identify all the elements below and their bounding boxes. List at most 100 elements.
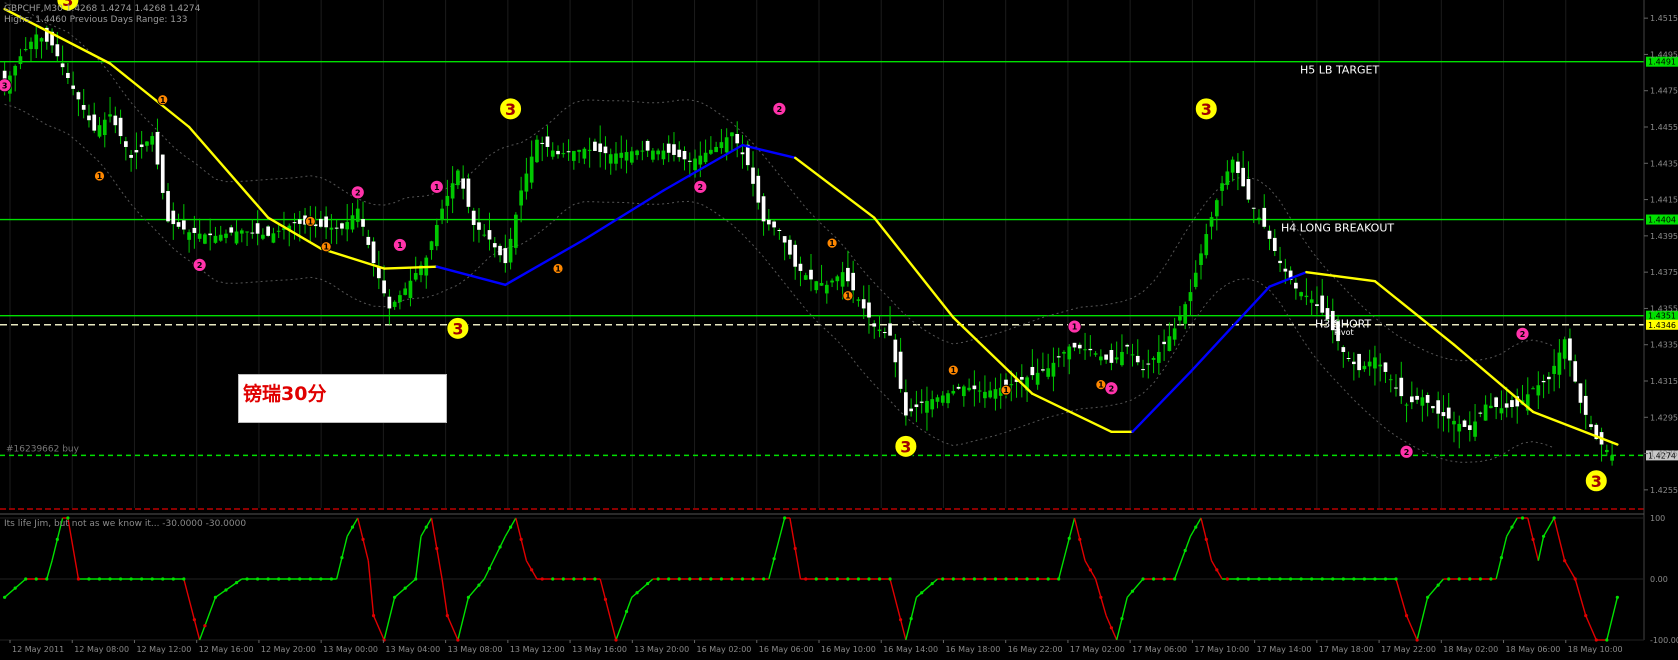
candle-body[interactable]: [714, 146, 718, 153]
candle-body[interactable]: [340, 223, 344, 229]
candle-body[interactable]: [18, 56, 23, 64]
candle-body[interactable]: [508, 238, 513, 263]
candle-body[interactable]: [888, 323, 892, 336]
candle-body[interactable]: [66, 72, 70, 79]
candle-body[interactable]: [239, 230, 244, 234]
candle-body[interactable]: [1077, 344, 1082, 349]
candle-body[interactable]: [102, 119, 107, 136]
candle-body[interactable]: [1604, 449, 1609, 453]
candle-body[interactable]: [187, 232, 191, 240]
candle-body[interactable]: [1146, 363, 1151, 365]
candle-body[interactable]: [1478, 412, 1483, 414]
candle-body[interactable]: [434, 224, 439, 247]
candle-body[interactable]: [1420, 397, 1425, 406]
candle-body[interactable]: [672, 144, 676, 155]
candle-body[interactable]: [1230, 159, 1235, 173]
candle-body[interactable]: [1125, 344, 1130, 347]
candle-body[interactable]: [1262, 207, 1267, 227]
candle-body[interactable]: [1035, 372, 1040, 385]
candle-body[interactable]: [1483, 404, 1488, 421]
candle-body[interactable]: [556, 150, 560, 155]
candle-body[interactable]: [55, 44, 60, 57]
candle-body[interactable]: [856, 299, 861, 301]
candle-body[interactable]: [940, 395, 945, 403]
candle-body[interactable]: [329, 227, 334, 230]
candle-body[interactable]: [782, 236, 787, 243]
candle-body[interactable]: [197, 233, 202, 239]
candle-body[interactable]: [550, 150, 555, 157]
candle-body[interactable]: [1336, 321, 1340, 342]
candle-body[interactable]: [1552, 365, 1556, 374]
candle-body[interactable]: [477, 222, 481, 230]
candle-body[interactable]: [1209, 217, 1214, 227]
candle-body[interactable]: [1536, 385, 1541, 396]
candle-body[interactable]: [139, 144, 144, 147]
candle-body[interactable]: [108, 114, 112, 117]
candle-body[interactable]: [1610, 455, 1614, 461]
candle-body[interactable]: [124, 141, 128, 147]
candle-body[interactable]: [1162, 341, 1166, 345]
candle-body[interactable]: [587, 149, 592, 151]
candle-body[interactable]: [1462, 420, 1467, 427]
candle-body[interactable]: [1431, 406, 1435, 409]
candle-body[interactable]: [603, 146, 608, 154]
candle-body[interactable]: [76, 92, 81, 100]
candle-body[interactable]: [482, 234, 487, 236]
candle-body[interactable]: [34, 34, 39, 50]
candle-body[interactable]: [1104, 354, 1108, 360]
candle-body[interactable]: [129, 154, 133, 158]
candle-body[interactable]: [440, 208, 444, 220]
candle-body[interactable]: [619, 152, 624, 158]
candle-body[interactable]: [71, 85, 75, 89]
candle-body[interactable]: [1093, 353, 1098, 355]
candle-body[interactable]: [561, 153, 566, 155]
candle-body[interactable]: [1214, 200, 1219, 217]
candle-body[interactable]: [677, 149, 682, 158]
candle-body[interactable]: [988, 390, 993, 398]
candle-body[interactable]: [709, 149, 713, 154]
candle-body[interactable]: [445, 195, 450, 206]
candle-body[interactable]: [1099, 356, 1103, 361]
candle-body[interactable]: [1568, 338, 1572, 361]
candle-body[interactable]: [1330, 310, 1335, 331]
candle-body[interactable]: [593, 141, 597, 151]
candle-body[interactable]: [977, 390, 982, 392]
candle-body[interactable]: [1541, 380, 1546, 383]
candle-body[interactable]: [698, 155, 703, 165]
candle-body[interactable]: [1562, 339, 1567, 359]
candle-body[interactable]: [1056, 356, 1061, 358]
candle-body[interactable]: [656, 150, 661, 155]
candle-body[interactable]: [355, 208, 360, 222]
candle-body[interactable]: [1172, 328, 1177, 340]
candle-body[interactable]: [814, 281, 819, 291]
candle-body[interactable]: [909, 408, 913, 412]
candle-body[interactable]: [793, 244, 798, 267]
candle-body[interactable]: [846, 267, 850, 282]
candle-body[interactable]: [925, 400, 929, 413]
candle-body[interactable]: [498, 245, 502, 256]
candle-body[interactable]: [392, 301, 397, 307]
candle-body[interactable]: [803, 275, 808, 280]
candle-body[interactable]: [624, 152, 629, 161]
candle-body[interactable]: [693, 158, 697, 171]
candle-body[interactable]: [1425, 394, 1430, 403]
candle-body[interactable]: [524, 173, 529, 192]
candle-body[interactable]: [1299, 292, 1303, 297]
candle-body[interactable]: [1120, 351, 1124, 366]
candle-body[interactable]: [1257, 217, 1261, 219]
candle-body[interactable]: [171, 210, 176, 225]
candle-body[interactable]: [1236, 161, 1240, 173]
candle-body[interactable]: [1499, 408, 1504, 414]
candle-body[interactable]: [629, 151, 634, 163]
candle-body[interactable]: [946, 393, 950, 404]
candle-body[interactable]: [234, 231, 239, 244]
candle-body[interactable]: [640, 150, 645, 152]
candle-body[interactable]: [1083, 349, 1087, 351]
candle-body[interactable]: [456, 170, 460, 186]
candle-body[interactable]: [134, 150, 139, 153]
candle-body[interactable]: [761, 196, 766, 222]
candle-body[interactable]: [229, 227, 234, 233]
candle-body[interactable]: [1473, 421, 1477, 437]
candle-body[interactable]: [1188, 292, 1193, 302]
candle-body[interactable]: [1156, 351, 1161, 363]
